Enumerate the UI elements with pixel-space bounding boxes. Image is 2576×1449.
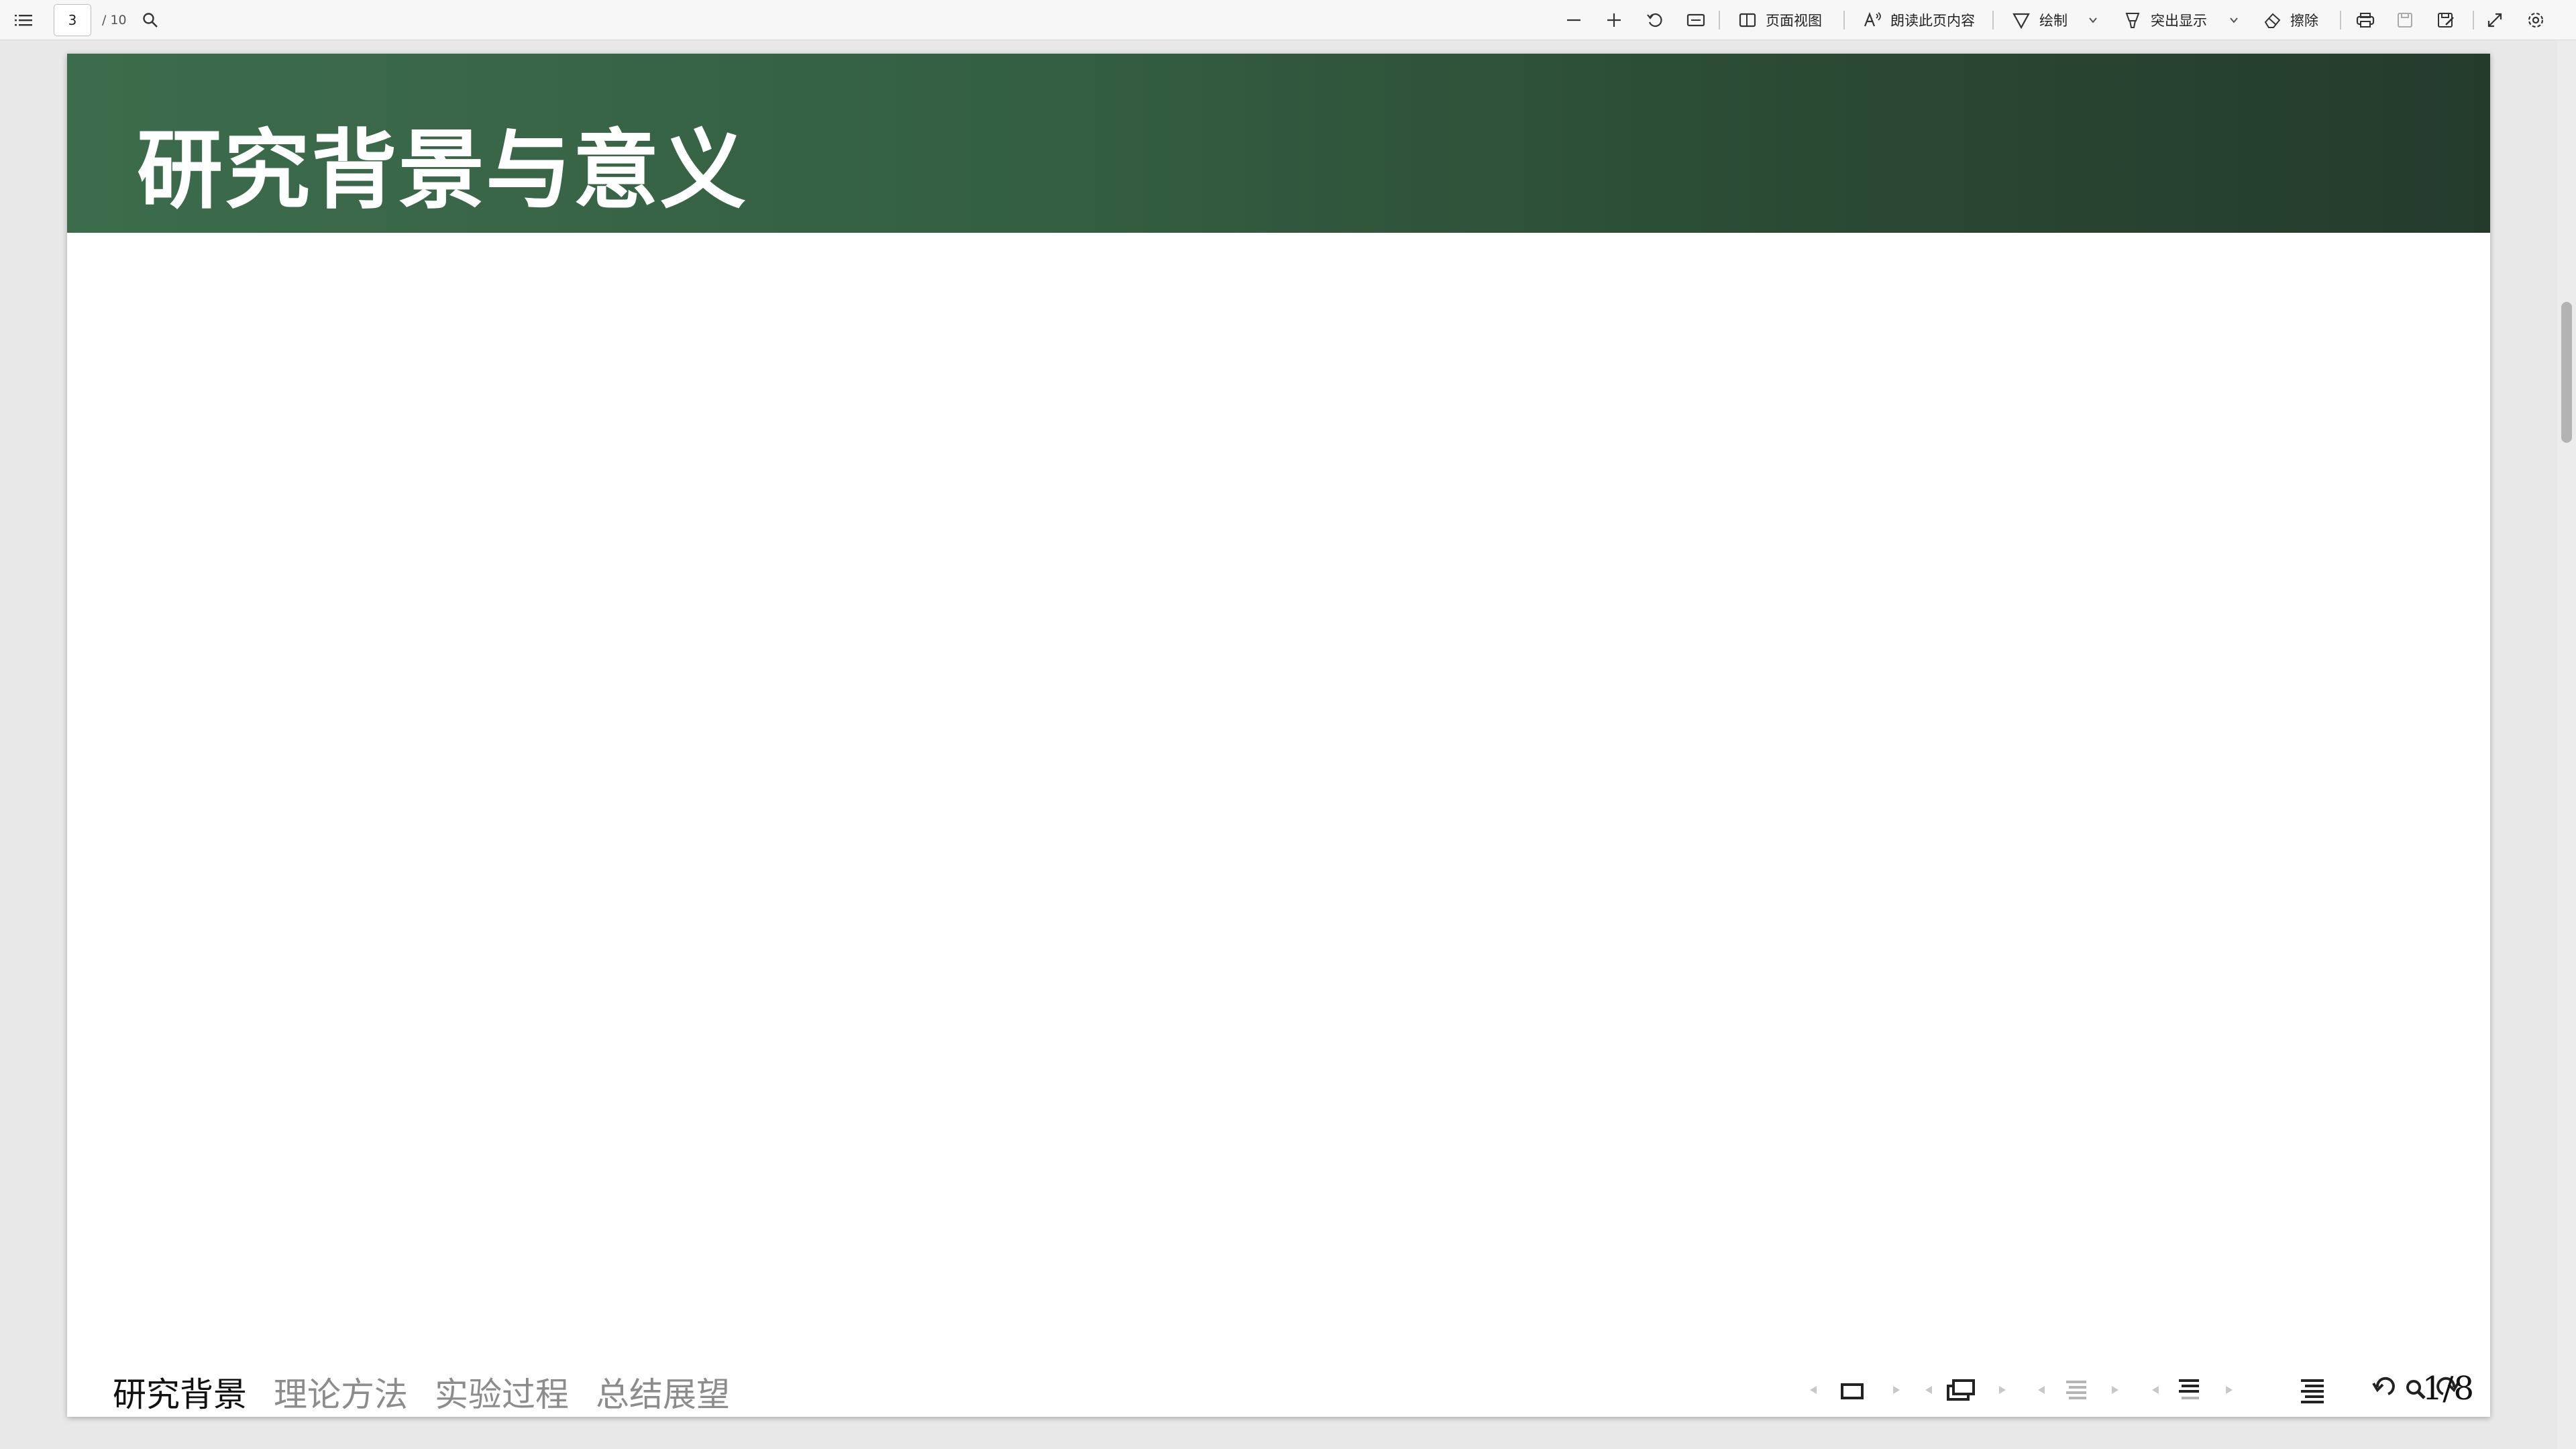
erase-button[interactable]: 擦除 [2263,0,2318,40]
toolbar-separator [1843,11,1845,30]
save-as-icon[interactable] [2436,0,2455,40]
contents-icon[interactable] [15,0,32,40]
read-aloud-icon [1864,11,1881,27]
read-aloud-button[interactable]: 朗读此页内容 [1864,0,1975,40]
section-link-summary-outlook[interactable]: 总结展望 [596,1368,730,1416]
section-link-research-background[interactable]: 研究背景 [113,1368,247,1416]
read-aloud-label: 朗读此页内容 [1890,13,1975,29]
expand-icon[interactable] [2486,0,2504,40]
draw-chevron-down-icon[interactable] [2088,0,2098,40]
eraser-icon [2264,13,2281,28]
zoom-in-icon[interactable] [1606,0,1622,40]
beamer-nav-subsection[interactable] [1920,1365,2021,1415]
erase-label: 擦除 [2290,13,2318,29]
page-view-icon [1739,13,1756,28]
search-icon[interactable] [142,0,158,40]
beamer-nav-document[interactable] [2147,1365,2247,1415]
highlight-chevron-down-icon[interactable] [2229,0,2239,40]
beamer-nav-section[interactable] [2033,1365,2133,1415]
draw-button[interactable]: 绘制 [2012,0,2068,40]
page-view-button[interactable]: 页面视图 [1739,0,1822,40]
draw-label: 绘制 [2039,13,2068,29]
beamer-nav-appendix[interactable] [2293,1365,2333,1415]
slide-page: 研究背景与意义 研究背景 理论方法 实验过程 总结展望 1/8 [67,54,2490,1417]
save-icon[interactable] [2396,0,2414,40]
page-total: / 10 [102,13,127,28]
slide-header-banner: 研究背景与意义 [67,54,2490,233]
fit-width-icon[interactable] [1686,0,1705,40]
draw-icon [2012,13,2030,29]
section-navigation: 研究背景 理论方法 实验过程 总结展望 [113,1368,757,1415]
settings-gear-icon[interactable] [2526,0,2545,40]
print-icon[interactable] [2356,0,2375,40]
highlighter-icon [2125,13,2140,28]
slide-counter: 1/8 [2422,1370,2474,1407]
highlight-button[interactable]: 突出显示 [2124,0,2207,40]
toolbar-separator [1719,11,1720,30]
page-view-label: 页面视图 [1766,13,1822,29]
beamer-nav-frame[interactable] [1805,1365,1912,1415]
toolbar-separator [1992,11,1994,30]
toolbar-separator [2340,11,2341,30]
scrollbar-thumb[interactable] [2561,302,2572,443]
zoom-out-icon[interactable] [1566,0,1582,40]
vertical-scrollbar[interactable] [2557,40,2576,1449]
page-number-input[interactable]: 3 [54,4,91,36]
pdf-toolbar: 3 / 10 页面视图 朗读此页内容 绘制 突出显示 擦除 [0,0,2576,40]
section-link-theory-method[interactable]: 理论方法 [274,1368,408,1416]
toolbar-separator [2473,11,2474,30]
slide-title: 研究背景与意义 [137,121,748,221]
section-link-experiment-process[interactable]: 实验过程 [435,1368,569,1416]
rotate-icon[interactable] [1646,0,1664,40]
highlight-label: 突出显示 [2151,13,2207,29]
